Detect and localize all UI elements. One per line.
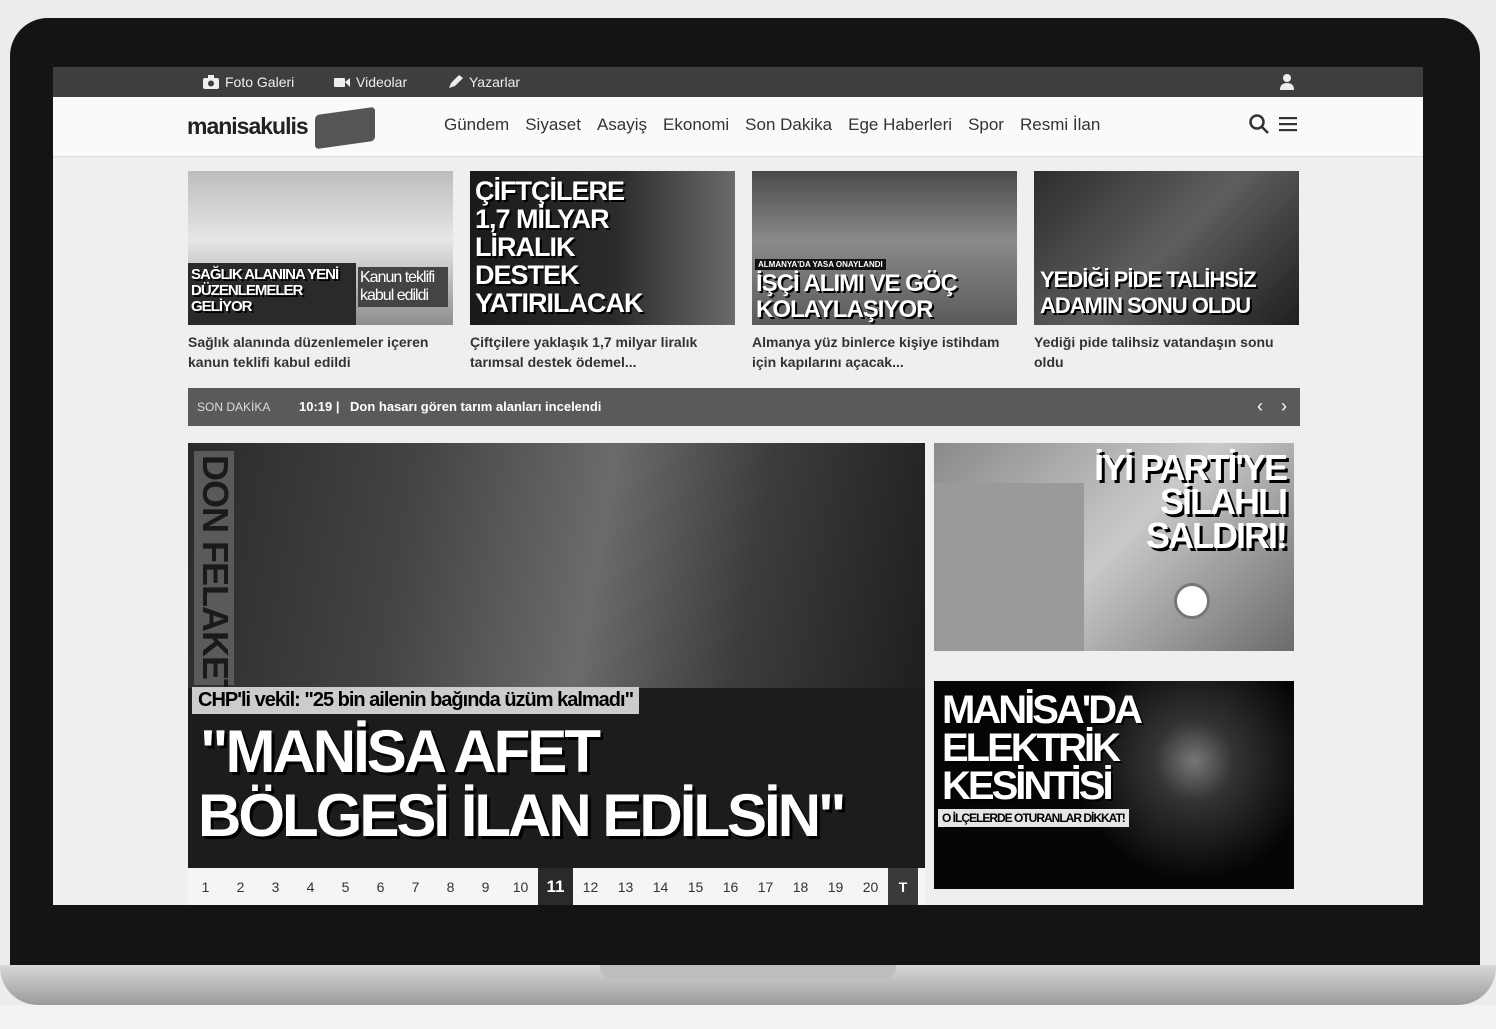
- video-icon: [334, 78, 350, 87]
- card-overlay-tag: Kanun teklifi kabul edildi: [358, 267, 448, 307]
- news-card-caption: Sağlık alanında düzenlemeler içeren kanu…: [188, 334, 429, 370]
- nav-item-siyaset[interactable]: Siyaset: [525, 115, 581, 135]
- page-button[interactable]: 13: [608, 868, 643, 905]
- page-button[interactable]: 15: [678, 868, 713, 905]
- page-button[interactable]: 4: [293, 868, 328, 905]
- side-promo[interactable]: İYİ PARTİ'YE SİLAHLI SALDIRI!: [934, 443, 1294, 651]
- slider-headline-line2: BÖLGESİ İLAN EDİLSİN": [198, 782, 846, 849]
- logo-text: manisakulis: [187, 113, 309, 139]
- slider-quote: CHP'li vekil: "25 bin ailenin bağında üz…: [192, 687, 640, 714]
- bullet-hole-graphic: [1174, 583, 1210, 619]
- search-icon[interactable]: [1248, 113, 1270, 135]
- page-button[interactable]: 7: [398, 868, 433, 905]
- card-overlay-title: YEDİĞİ PİDE TALİHSİZ ADAMIN SONU OLDU: [1040, 267, 1257, 318]
- user-icon[interactable]: [1279, 73, 1295, 91]
- card-overlay-title: İŞÇİ ALIMI VE GÖÇ KOLAYLAŞIYOR: [756, 270, 958, 323]
- hamburger-icon[interactable]: [1278, 114, 1300, 134]
- page-button[interactable]: 1: [188, 868, 223, 905]
- card-overlay-title: ÇİFTÇİLERE 1,7 MİLYAR LİRALIK DESTEK YAT…: [475, 176, 644, 318]
- news-card-caption: Yediği pide talihsiz vatandaşın sonu old…: [1034, 334, 1274, 370]
- nav-item-son-dakika[interactable]: Son Dakika: [745, 115, 832, 135]
- nav-item-resmi-ilan[interactable]: Resmi İlan: [1020, 115, 1100, 135]
- page-button[interactable]: 20: [853, 868, 888, 905]
- topbar-label: Yazarlar: [469, 74, 521, 90]
- page-button[interactable]: 18: [783, 868, 818, 905]
- topbar-label: Videolar: [356, 74, 408, 90]
- slider-pager: 1 2 3 4 5 6 7 8 9 10 11 12 13 14 15 16 17 18 19 20 T: [188, 868, 925, 905]
- page-button[interactable]: 6: [363, 868, 398, 905]
- news-cards-row: SAĞLIK ALANINA YENİ DÜZENLEMELER GELİYOR…: [188, 171, 1300, 371]
- site-header: manisakulis Gündem Siyaset Asayiş Ekonom…: [53, 97, 1423, 157]
- side-promo-subtitle: O İLÇELERDE OTURANLAR DİKKAT!: [938, 809, 1129, 827]
- pen-icon: [449, 75, 463, 88]
- page-button[interactable]: 11: [538, 868, 573, 905]
- ticker-label: SON DAKİKA: [197, 400, 271, 414]
- vertical-title-text: DON FELAKETİ: [195, 455, 236, 709]
- browser-screen: Foto Galeri Videolar Yazarlar manisakuli…: [53, 67, 1423, 905]
- topbar-label: Foto Galeri: [225, 74, 295, 90]
- news-card[interactable]: SAĞLIK ALANINA YENİ DÜZENLEMELER GELİYOR…: [188, 171, 453, 374]
- nav-item-spor[interactable]: Spor: [968, 115, 1004, 135]
- site-logo[interactable]: manisakulis: [187, 105, 377, 153]
- page-button[interactable]: 8: [433, 868, 468, 905]
- laptop-notch: [600, 965, 896, 979]
- news-card-image: ALMANYA'DA YASA ONAYLANDI İŞÇİ ALIMI VE …: [752, 171, 1017, 325]
- slider-vertical-title: DON FELAKETİ: [194, 451, 236, 709]
- chevron-right-icon[interactable]: ›: [1275, 396, 1293, 416]
- page-button[interactable]: 9: [468, 868, 503, 905]
- page-button[interactable]: 14: [643, 868, 678, 905]
- news-card[interactable]: ALMANYA'DA YASA ONAYLANDI İŞÇİ ALIMI VE …: [752, 171, 1017, 374]
- headline-slider[interactable]: DON FELAKETİ CHP'li vekil: "25 bin ailen…: [188, 443, 925, 905]
- topbar-photo-gallery[interactable]: Foto Galeri: [203, 74, 294, 90]
- chevron-left-icon[interactable]: ‹: [1251, 396, 1269, 416]
- page-button[interactable]: 3: [258, 868, 293, 905]
- promo-photo: [934, 483, 1084, 651]
- page-button[interactable]: 12: [573, 868, 608, 905]
- news-card-image: YEDİĞİ PİDE TALİHSİZ ADAMIN SONU OLDU: [1034, 171, 1299, 325]
- camera-icon: [203, 75, 219, 89]
- page-button[interactable]: 17: [748, 868, 783, 905]
- nav-item-asayis[interactable]: Asayiş: [597, 115, 647, 135]
- slider-headline-line1: "MANİSA AFET: [200, 718, 601, 785]
- topbar-videos[interactable]: Videolar: [334, 74, 407, 90]
- news-card-image: SAĞLIK ALANINA YENİ DÜZENLEMELER GELİYOR…: [188, 171, 453, 325]
- card-overlay-tag: ALMANYA'DA YASA ONAYLANDI: [755, 259, 886, 270]
- nav-item-gundem[interactable]: Gündem: [444, 115, 509, 135]
- page-button[interactable]: 5: [328, 868, 363, 905]
- bottom-strip: [0, 1005, 1496, 1029]
- page-button[interactable]: 10: [503, 868, 538, 905]
- news-card[interactable]: ÇİFTÇİLERE 1,7 MİLYAR LİRALIK DESTEK YAT…: [470, 171, 735, 374]
- flag-icon: [315, 106, 375, 150]
- news-card-caption: Çiftçilere yaklaşık 1,7 milyar liralık t…: [470, 334, 698, 370]
- side-promo[interactable]: MANİSA'DA ELEKTRİK KESİNTİSİ O İLÇELERDE…: [934, 681, 1294, 889]
- side-promo-title: MANİSA'DA ELEKTRİK KESİNTİSİ: [942, 688, 1142, 808]
- nav-item-ege-haberleri[interactable]: Ege Haberleri: [848, 115, 952, 135]
- side-promo-title: İYİ PARTİ'YE SİLAHLI SALDIRI!: [1094, 447, 1288, 556]
- slider-photo: [188, 443, 925, 688]
- page-button[interactable]: 19: [818, 868, 853, 905]
- page-button[interactable]: 16: [713, 868, 748, 905]
- news-card-caption: Almanya yüz binlerce kişiye istihdam içi…: [752, 334, 1000, 370]
- ticker-time: 10:19 |: [299, 399, 340, 414]
- ticker-headline[interactable]: Don hasarı gören tarım alanları incelend…: [350, 399, 601, 414]
- top-bar: Foto Galeri Videolar Yazarlar: [53, 67, 1423, 97]
- page-button[interactable]: 2: [223, 868, 258, 905]
- breaking-news-ticker: SON DAKİKA 10:19 | Don hasarı gören tarı…: [188, 388, 1300, 426]
- news-card-image: ÇİFTÇİLERE 1,7 MİLYAR LİRALIK DESTEK YAT…: [470, 171, 735, 325]
- main-nav: Gündem Siyaset Asayiş Ekonomi Son Dakika…: [444, 115, 1116, 135]
- nav-item-ekonomi[interactable]: Ekonomi: [663, 115, 729, 135]
- card-overlay-title: SAĞLIK ALANINA YENİ DÜZENLEMELER GELİYOR: [191, 266, 339, 315]
- topbar-authors[interactable]: Yazarlar: [447, 74, 520, 90]
- page-all-button[interactable]: T: [888, 868, 918, 905]
- news-card[interactable]: YEDİĞİ PİDE TALİHSİZ ADAMIN SONU OLDU Ye…: [1034, 171, 1299, 374]
